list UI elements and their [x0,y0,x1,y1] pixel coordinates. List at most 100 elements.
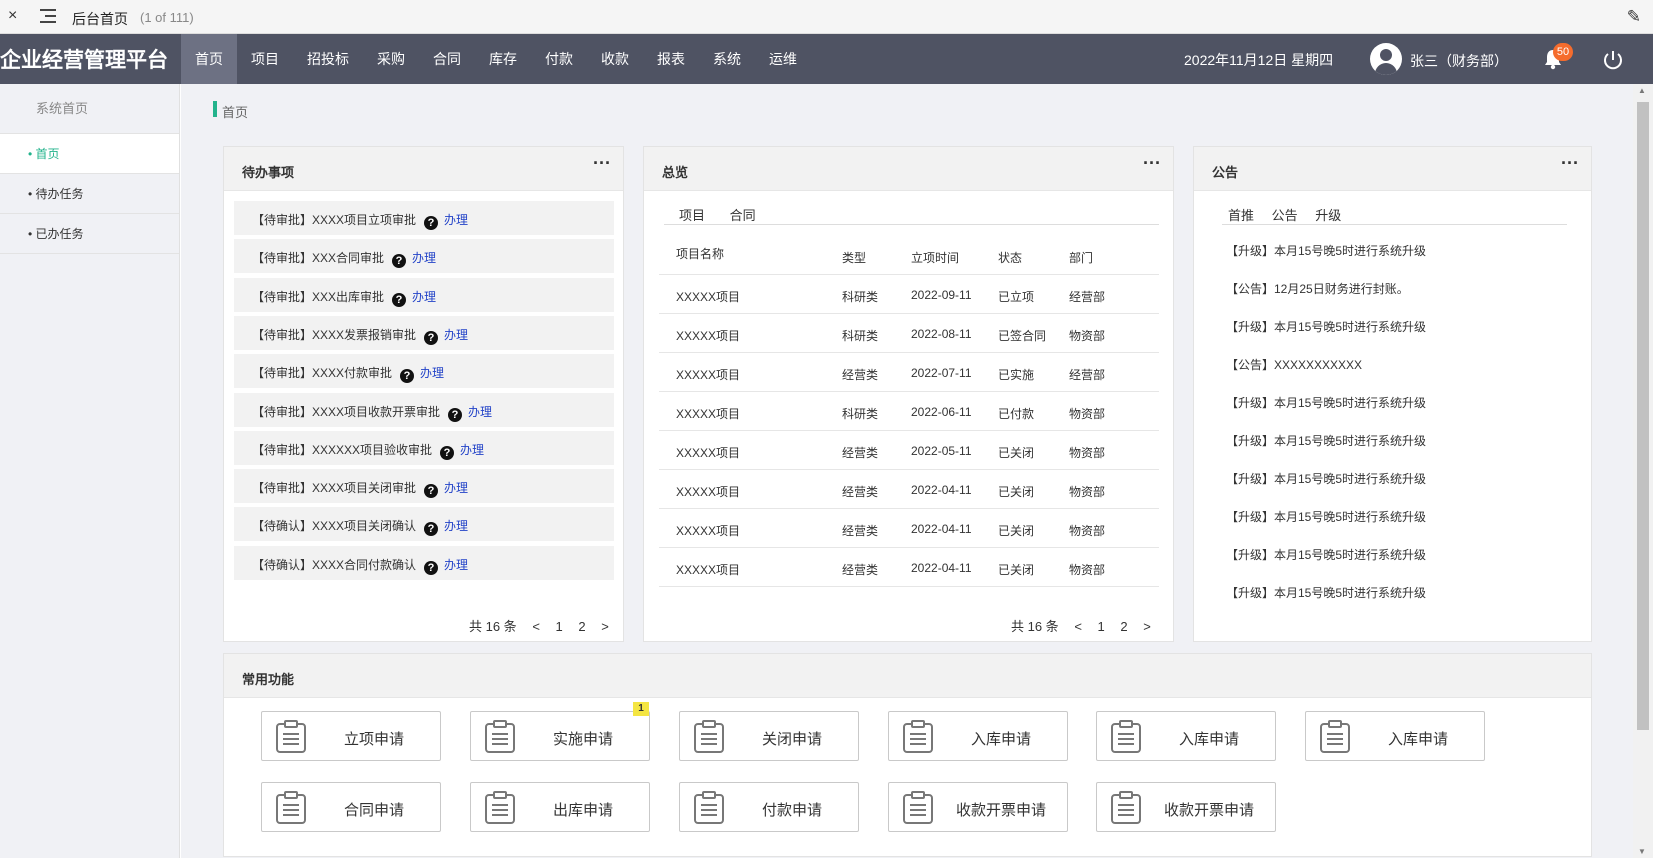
function-button[interactable]: 入库申请 [888,711,1068,761]
help-icon[interactable]: ? [424,522,439,537]
scroll-down-icon[interactable]: ▼ [1638,847,1646,856]
nav-item-purchase[interactable]: 采购 [363,34,419,84]
function-button[interactable]: 出库申请 [470,782,650,832]
function-button[interactable]: 合同申请 [261,782,441,832]
pager-page-2[interactable]: 2 [578,619,585,634]
handle-link[interactable]: 办理 [412,251,436,265]
notice-item[interactable]: 【公告】12月25日财务进行封账。 [1226,280,1409,297]
tab-notice[interactable]: 公告 [1272,208,1298,223]
close-icon[interactable]: × [8,7,17,25]
pager-prev[interactable]: < [1074,619,1082,634]
table-row[interactable]: XXXXX项目 经营类 2022-04-11 已关闭 物资部 [659,509,1159,548]
todo-item: 【待审批】XXXX项目立项审批? 办理 [234,201,614,235]
pager-prev[interactable]: < [532,619,540,634]
nav-item-project[interactable]: 项目 [237,34,293,84]
overview-more-icon[interactable]: ··· [1143,153,1161,174]
handle-link[interactable]: 办理 [444,519,468,533]
pager-next[interactable]: > [601,619,609,634]
help-icon[interactable]: ? [448,407,463,422]
table-row[interactable]: XXXXX项目 科研类 2022-09-11 已立项 经营部 [659,275,1159,314]
tab-project[interactable]: 项目 [679,208,705,223]
pager-page-1[interactable]: 1 [556,619,563,634]
notice-item[interactable]: 【升级】本月15号晚5时进行系统升级 [1226,432,1426,449]
nav-item-inventory[interactable]: 库存 [475,34,531,84]
handle-link[interactable]: 办理 [420,366,444,380]
power-icon[interactable] [1602,49,1624,71]
function-button[interactable]: 立项申请 [261,711,441,761]
handle-link[interactable]: 办理 [460,443,484,457]
help-icon[interactable]: ? [440,445,455,460]
vertical-scrollbar[interactable]: ▲ ▼ [1633,84,1653,858]
edit-icon[interactable]: ✎ [1627,7,1641,27]
todo-pagination: 共 16 条 < 1 2 > [469,616,621,635]
table-row[interactable]: XXXXX项目 科研类 2022-08-11 已签合同 物资部 [659,314,1159,353]
sidebar-item-home[interactable]: • 首页 [0,134,179,174]
notice-item[interactable]: 【升级】本月15号晚5时进行系统升级 [1226,546,1426,563]
notice-more-icon[interactable]: ··· [1561,153,1579,174]
nav-item-contract[interactable]: 合同 [419,34,475,84]
nav-item-report[interactable]: 报表 [643,34,699,84]
notice-item[interactable]: 【升级】本月15号晚5时进行系统升级 [1226,318,1426,335]
function-label: 入库申请 [1387,731,1448,748]
sidebar-item-todo[interactable]: • 待办任务 [0,174,179,214]
help-icon[interactable]: ? [424,216,439,230]
help-icon[interactable]: ? [424,330,439,345]
tab-contract[interactable]: 合同 [730,208,756,223]
scroll-up-icon[interactable]: ▲ [1638,86,1646,95]
notice-item[interactable]: 【升级】本月15号晚5时进行系统升级 [1226,242,1426,259]
handle-link[interactable]: 办理 [412,290,436,304]
table-row[interactable]: XXXXX项目 经营类 2022-04-11 已关闭 物资部 [659,548,1159,587]
notice-item[interactable]: 【升级】本月15号晚5时进行系统升级 [1226,584,1426,601]
tab-featured[interactable]: 首推 [1228,208,1254,223]
help-icon[interactable]: ? [392,254,407,269]
function-button[interactable]: 付款申请 [679,782,859,832]
avatar[interactable] [1370,43,1402,75]
function-button[interactable]: 实施申请 1 [470,702,650,761]
breadcrumb-home[interactable]: 首页 [222,102,248,121]
help-icon[interactable]: ? [424,560,439,575]
table-row[interactable]: XXXXX项目 科研类 2022-06-11 已付款 物资部 [659,392,1159,431]
user-name[interactable]: 张三（财务部） [1410,51,1508,71]
help-icon[interactable]: ? [392,292,407,307]
table-row[interactable]: XXXXX项目 经营类 2022-05-11 已关闭 物资部 [659,431,1159,470]
pager-page-2[interactable]: 2 [1120,619,1127,634]
table-cell: 已关闭 [998,524,1035,538]
function-button[interactable]: 收款开票申请 [1096,782,1276,832]
handle-link[interactable]: 办理 [468,405,492,419]
function-button[interactable]: 收款开票申请 [888,782,1068,832]
scrollbar-thumb[interactable] [1637,102,1649,730]
pager-next[interactable]: > [1143,619,1151,634]
table-cell: 2022-05-11 [911,444,972,458]
menu-icon[interactable] [40,9,56,23]
notice-item[interactable]: 【公告】XXXXXXXXXXX [1226,356,1362,373]
notice-item[interactable]: 【升级】本月15号晚5时进行系统升级 [1226,470,1426,487]
handle-link[interactable]: 办理 [444,558,468,572]
sidebar-item-done[interactable]: • 已办任务 [0,214,179,254]
table-cell: XXXXX项目 [676,563,741,577]
nav-item-home[interactable]: 首页 [181,34,237,84]
notice-item[interactable]: 【升级】本月15号晚5时进行系统升级 [1226,508,1426,525]
nav-item-receipt[interactable]: 收款 [587,34,643,84]
nav-item-bidding[interactable]: 招投标 [293,34,363,84]
function-button[interactable]: 关闭申请 [679,711,859,761]
sidebar-section-title[interactable]: 系统首页 [0,84,179,134]
pager-page-1[interactable]: 1 [1098,619,1105,634]
table-row[interactable]: XXXXX项目 经营类 2022-04-11 已关闭 物资部 [659,470,1159,509]
function-button[interactable]: 入库申请 [1096,711,1276,761]
help-icon[interactable]: ? [400,369,415,384]
help-icon[interactable]: ? [424,484,439,499]
tab-upgrade[interactable]: 升级 [1315,208,1341,223]
table-row[interactable]: XXXXX项目 经营类 2022-07-11 已实施 经营部 [659,353,1159,392]
todo-more-icon[interactable]: ··· [593,153,611,174]
notice-item[interactable]: 【升级】本月15号晚5时进行系统升级 [1226,394,1426,411]
nav-item-ops[interactable]: 运维 [755,34,811,84]
handle-link[interactable]: 办理 [444,481,468,495]
todo-item-text: 【待审批】XXX出库审批 [252,289,385,304]
handle-link[interactable]: 办理 [444,328,468,342]
nav-item-system[interactable]: 系统 [699,34,755,84]
table-cell: 经营类 [842,485,879,499]
handle-link[interactable]: 办理 [444,213,468,227]
function-button[interactable]: 入库申请 [1305,711,1485,761]
nav-item-payment[interactable]: 付款 [531,34,587,84]
function-label: 出库申请 [552,802,613,819]
